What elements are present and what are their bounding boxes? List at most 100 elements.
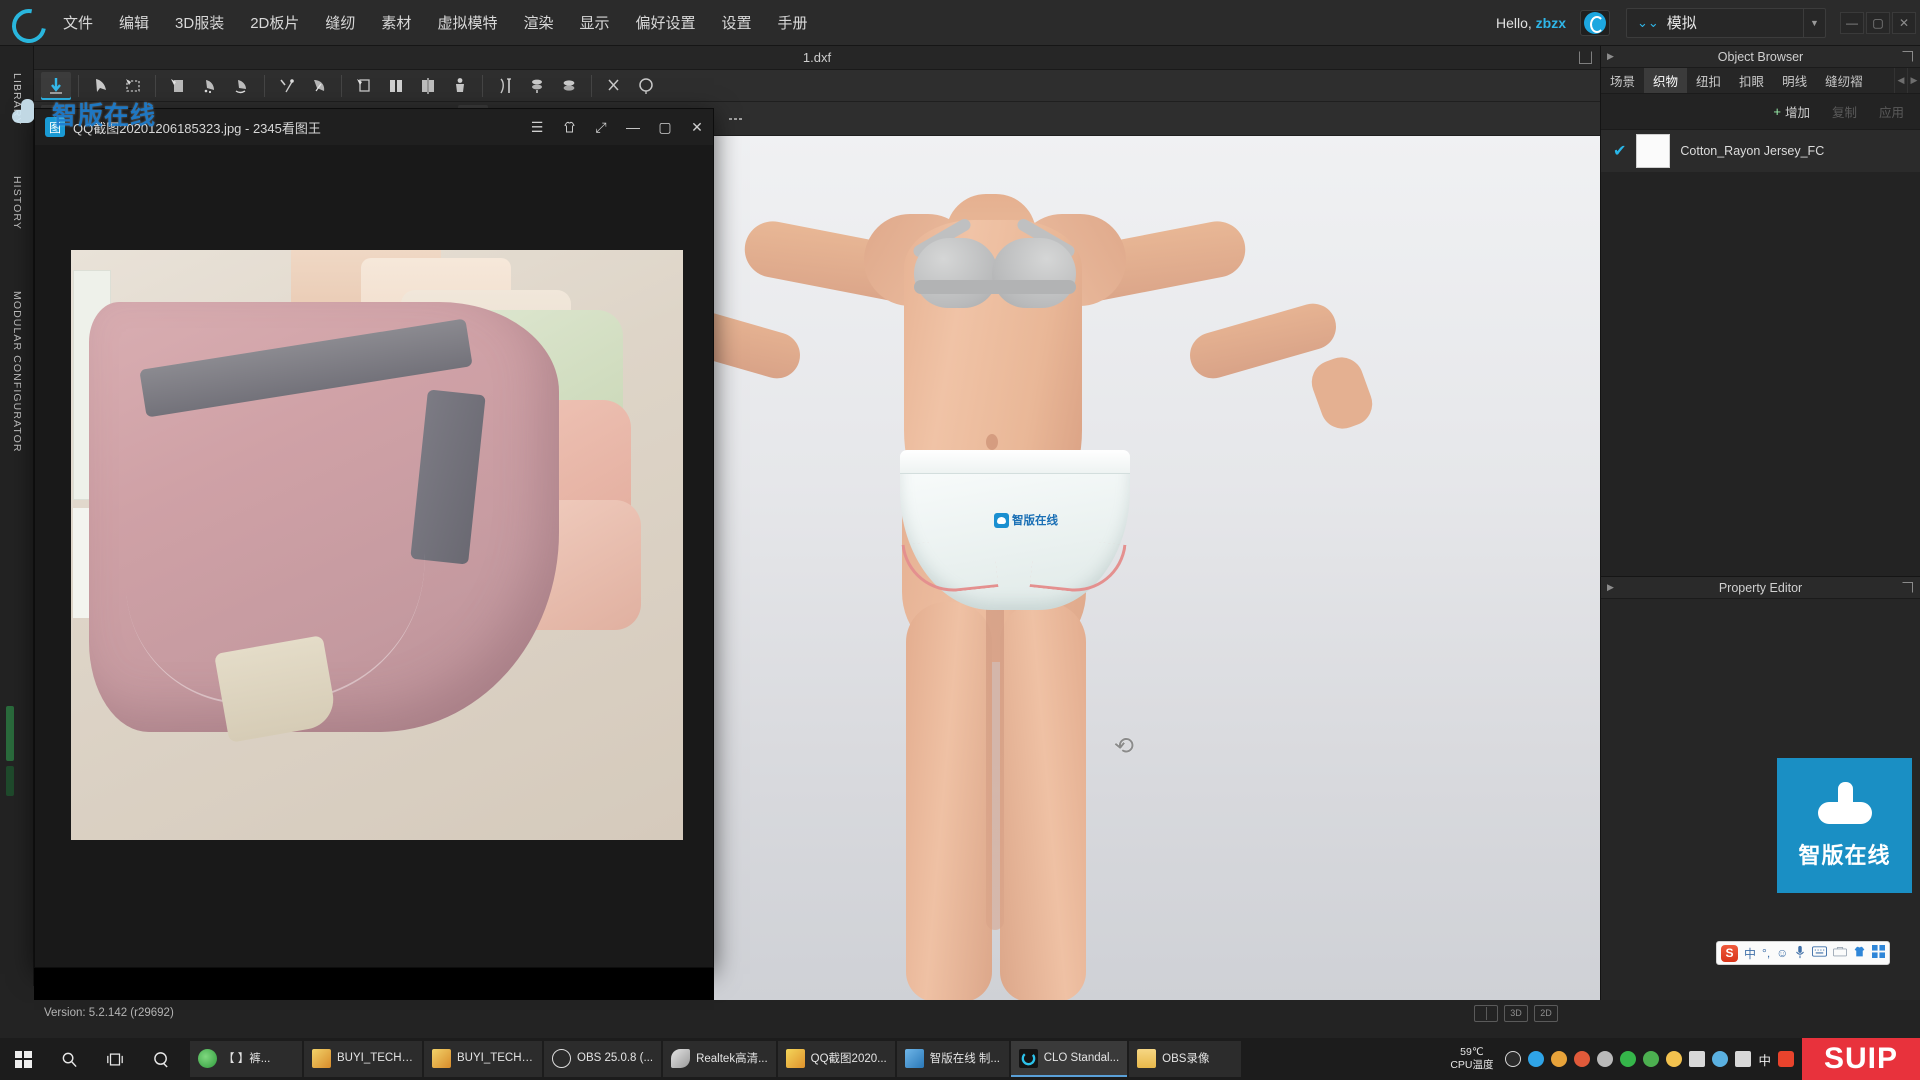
popout-icon[interactable] [1902,582,1913,593]
sogou-logo-icon[interactable]: S [1721,944,1738,962]
search-icon[interactable] [46,1038,92,1080]
rail-scrollbar-track[interactable] [6,766,14,796]
toolbox-icon[interactable] [1833,946,1848,960]
soft-keyboard-icon[interactable] [1812,946,1828,960]
popout-icon[interactable] [1579,51,1592,64]
fullscreen-icon[interactable]: ⤢ [585,109,617,145]
cloud-account-button[interactable] [1580,9,1610,36]
fabric-swatch[interactable] [1636,134,1671,168]
taskbar-app-zhiban[interactable]: 智版在线 制... [896,1041,1009,1077]
menu-display[interactable]: 显示 [566,6,622,39]
image-viewer-titlebar[interactable]: QQ截图20201206185323.jpg - 2345看图王 ☰ ⤢ — ▢… [35,109,713,145]
layer-icon[interactable] [554,72,584,100]
tab-scroll-next[interactable]: ▶ [1907,68,1920,93]
taskbar-app-obs[interactable]: OBS 25.0.8 (... [544,1041,662,1077]
avatar-scene[interactable]: 智版在线 ⟲ [605,136,1600,1000]
add-button[interactable]: + 增加 [1765,99,1818,124]
audio-tray-icon[interactable] [1597,1051,1614,1067]
menu-2d-pattern[interactable]: 2D板片 [237,6,312,39]
window-close-button[interactable]: ✕ [1892,11,1916,34]
volume-tray-icon[interactable] [1735,1051,1752,1067]
unfold-icon[interactable] [227,72,257,100]
garment-symmetry-icon[interactable] [413,72,443,100]
avatar-icon[interactable] [445,72,475,100]
cpu-temperature-widget[interactable]: 59℃ CPU温度 [1438,1046,1505,1072]
menu-materials[interactable]: 素材 [368,6,424,39]
simulation-mode-select[interactable]: ⌄⌄ 模拟 ▼ [1626,7,1826,38]
window-maximize-button[interactable]: ▢ [1866,11,1890,34]
list-item[interactable]: ✔ Cotton_Rayon Jersey_FC [1601,130,1920,172]
sidebar-item-history[interactable]: HISTORY [0,158,34,248]
wifi-tray-icon[interactable] [1689,1051,1706,1067]
free-sew-icon[interactable] [304,72,334,100]
chevron-right-icon[interactable]: ▶ [1607,582,1614,593]
windows-start-icon[interactable] [0,1038,46,1080]
taskbar-app-buyi-2[interactable]: BUYI_TECHN... [424,1041,542,1077]
menu-manual[interactable]: 手册 [765,6,821,39]
taskbar-app-qq-screenshot[interactable]: QQ截图2020... [777,1041,895,1077]
menu-edit[interactable]: 编辑 [106,6,162,39]
balloon-icon[interactable] [631,72,661,100]
penguin-tray-icon[interactable] [1551,1051,1568,1067]
sidebar-item-modular-configurator[interactable]: MODULAR CONFIGURATOR [0,262,34,482]
voice-input-icon[interactable] [1794,945,1806,962]
view-2d-icon[interactable]: 2D [1534,1004,1558,1022]
chinese-mode-icon[interactable]: 中 [1744,945,1756,962]
browser-tray-icon[interactable] [1643,1051,1660,1067]
tab-scroll-prev[interactable]: ◀ [1894,68,1907,93]
taskbar-app-edge[interactable]: 【 】裤... [190,1041,302,1077]
sidebar-item-library[interactable]: LIBRARY [0,56,34,142]
menu-sewing[interactable]: 缝纫 [312,6,368,39]
hamburger-menu-icon[interactable]: ☰ [521,109,553,145]
split-view-icon[interactable] [1474,1004,1498,1022]
menu-settings[interactable]: 设置 [709,6,765,39]
fold-arrange-icon[interactable] [195,72,225,100]
fabric-list[interactable]: ✔ Cotton_Rayon Jersey_FC [1601,130,1920,270]
garment-front-icon[interactable] [381,72,411,100]
menu-3d-garment[interactable]: 3D服装 [162,6,237,39]
sogou-ime-toolbar[interactable]: S 中 °, ☺ [1716,941,1891,965]
shield-tray-icon[interactable] [1620,1051,1637,1067]
apply-button[interactable]: 应用 [1871,99,1912,124]
simulate-arrow-icon[interactable] [41,71,71,100]
segment-sew-icon[interactable] [272,72,302,100]
taskbar-app-clo[interactable]: CLO Standal... [1010,1041,1128,1077]
taskbar-app-obs-folder[interactable]: OBS录像 [1129,1041,1242,1077]
taskbar-app-realtek[interactable]: Realtek高清... [663,1041,776,1077]
tab-scene[interactable]: 场景 [1601,68,1644,93]
cortana-icon[interactable] [138,1038,184,1080]
maximize-icon[interactable]: ▢ [649,109,681,145]
select-mesh-icon[interactable] [86,72,116,100]
image-viewer-canvas[interactable] [35,145,713,967]
chevron-right-icon[interactable]: ▶ [1607,51,1614,62]
tab-topstitch[interactable]: 明线 [1773,68,1816,93]
view-3d-icon[interactable]: 3D [1504,1004,1528,1022]
sogou-tray-icon[interactable] [1778,1051,1794,1067]
update-tray-icon[interactable] [1666,1051,1683,1067]
task-view-icon[interactable] [92,1038,138,1080]
gravity-icon[interactable] [522,72,552,100]
tab-buttonhole[interactable]: 扣眼 [1730,68,1773,93]
measure-tape-icon[interactable] [490,72,520,100]
obs-tray-icon[interactable] [1505,1051,1522,1067]
emoji-icon[interactable]: ☺ [1776,946,1788,960]
chevron-down-icon[interactable]: ▼ [1803,8,1825,37]
close-icon[interactable]: ✕ [681,109,713,145]
menu-render[interactable]: 渲染 [510,6,566,39]
taskbar-app-buyi-1[interactable]: BUYI_TECHN... [304,1041,422,1077]
ime-indicator[interactable]: 中 [1758,1050,1771,1069]
apps-icon[interactable] [1872,945,1886,961]
skin-icon[interactable] [1853,945,1866,961]
punctuation-icon[interactable]: °, [1762,946,1770,960]
trim-icon[interactable] [349,72,379,100]
flame-tray-icon[interactable] [1574,1051,1591,1067]
tab-fabric[interactable]: 织物 [1644,68,1688,93]
shirt-icon[interactable] [553,109,585,145]
minimize-icon[interactable]: — [617,109,649,145]
checkmark-icon[interactable]: ✔ [1613,141,1626,161]
box-select-icon[interactable] [118,72,148,100]
menu-preferences[interactable]: 偏好设置 [622,6,708,39]
menu-file[interactable]: 文件 [50,6,106,39]
image-viewer-window[interactable]: QQ截图20201206185323.jpg - 2345看图王 ☰ ⤢ — ▢… [34,108,714,968]
person-tray-icon[interactable] [1712,1051,1729,1067]
